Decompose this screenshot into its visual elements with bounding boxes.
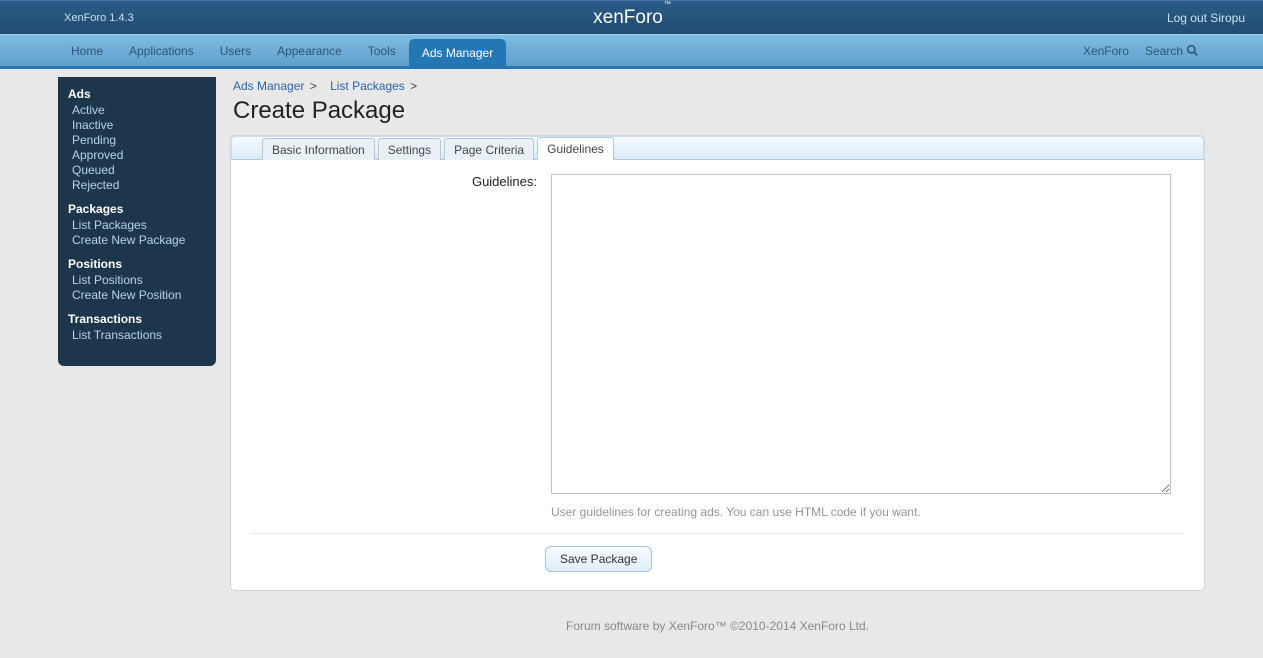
tab-settings[interactable]: Settings bbox=[378, 138, 441, 160]
breadcrumb-list-packages[interactable]: List Packages bbox=[330, 79, 405, 93]
nav-search[interactable]: Search bbox=[1145, 44, 1199, 58]
sidebar-link-create-position[interactable]: Create New Position bbox=[58, 288, 216, 303]
save-package-button[interactable]: Save Package bbox=[545, 546, 652, 572]
tab-guidelines[interactable]: Guidelines bbox=[537, 137, 614, 160]
sidebar-group-transactions: Transactions List Transactions bbox=[58, 312, 216, 343]
guidelines-label: Guidelines: bbox=[251, 174, 551, 519]
nav-home[interactable]: Home bbox=[58, 35, 116, 66]
tab-page-criteria[interactable]: Page Criteria bbox=[444, 138, 534, 160]
guidelines-hint: User guidelines for creating ads. You ca… bbox=[551, 505, 1184, 519]
submit-wrap: Save Package bbox=[545, 546, 1204, 572]
breadcrumb-ads-manager[interactable]: Ads Manager bbox=[233, 79, 304, 93]
sidebar-group-packages: Packages List Packages Create New Packag… bbox=[58, 202, 216, 248]
nav-right: XenForo Search bbox=[1083, 35, 1199, 66]
sidebar-group-positions: Positions List Positions Create New Posi… bbox=[58, 257, 216, 303]
guidelines-textarea[interactable] bbox=[551, 174, 1171, 494]
sidebar-link-queued[interactable]: Queued bbox=[58, 163, 216, 178]
sidebar-head-transactions: Transactions bbox=[58, 312, 216, 328]
sidebar-group-ads: Ads Active Inactive Pending Approved Que… bbox=[58, 87, 216, 193]
breadcrumb-sep: > bbox=[310, 79, 317, 93]
nav-xenforo-link[interactable]: XenForo bbox=[1083, 44, 1129, 58]
sidebar-link-inactive[interactable]: Inactive bbox=[58, 118, 216, 133]
search-icon bbox=[1186, 44, 1199, 57]
content-column: Ads Manager > List Packages > Create Pac… bbox=[230, 77, 1205, 653]
nav-ads-manager[interactable]: Ads Manager bbox=[409, 39, 506, 66]
page-title: Create Package bbox=[233, 97, 1205, 125]
app-logo: xenForo™ bbox=[593, 7, 670, 29]
sidebar-link-rejected[interactable]: Rejected bbox=[58, 178, 216, 193]
form-panel: Basic Information Settings Page Criteria… bbox=[230, 135, 1205, 591]
tab-row: Basic Information Settings Page Criteria… bbox=[231, 136, 1204, 160]
sidebar-link-list-packages[interactable]: List Packages bbox=[58, 218, 216, 233]
sidebar-link-pending[interactable]: Pending bbox=[58, 133, 216, 148]
form-divider bbox=[251, 533, 1184, 534]
nav-applications[interactable]: Applications bbox=[116, 35, 207, 66]
nav-wrap: Home Applications Users Appearance Tools… bbox=[0, 34, 1263, 69]
app-version: XenForo 1.4.3 bbox=[64, 12, 134, 24]
form-row-guidelines: Guidelines: User guidelines for creating… bbox=[231, 174, 1204, 519]
sidebar: Ads Active Inactive Pending Approved Que… bbox=[58, 77, 216, 366]
sidebar-link-approved[interactable]: Approved bbox=[58, 148, 216, 163]
breadcrumb-sep: > bbox=[410, 79, 417, 93]
sidebar-head-packages: Packages bbox=[58, 202, 216, 218]
sidebar-link-active[interactable]: Active bbox=[58, 103, 216, 118]
sidebar-link-list-positions[interactable]: List Positions bbox=[58, 273, 216, 288]
nav-users[interactable]: Users bbox=[207, 35, 264, 66]
nav-appearance[interactable]: Appearance bbox=[264, 35, 355, 66]
nav-tools[interactable]: Tools bbox=[355, 35, 409, 66]
sidebar-link-create-package[interactable]: Create New Package bbox=[58, 233, 216, 248]
main-wrap: Ads Active Inactive Pending Approved Que… bbox=[0, 69, 1263, 653]
guidelines-field: User guidelines for creating ads. You ca… bbox=[551, 174, 1184, 519]
sidebar-link-list-transactions[interactable]: List Transactions bbox=[58, 328, 216, 343]
tab-basic-information[interactable]: Basic Information bbox=[262, 138, 375, 160]
sidebar-head-positions: Positions bbox=[58, 257, 216, 273]
nav-bar: Home Applications Users Appearance Tools… bbox=[0, 34, 1263, 66]
sidebar-head-ads: Ads bbox=[58, 87, 216, 103]
top-bar: XenForo 1.4.3 xenForo™ Log out Siropu bbox=[0, 0, 1263, 34]
breadcrumb: Ads Manager > List Packages > bbox=[233, 79, 1205, 93]
logout-link[interactable]: Log out Siropu bbox=[1167, 11, 1245, 25]
footer: Forum software by XenForo™ ©2010-2014 Xe… bbox=[230, 609, 1205, 653]
